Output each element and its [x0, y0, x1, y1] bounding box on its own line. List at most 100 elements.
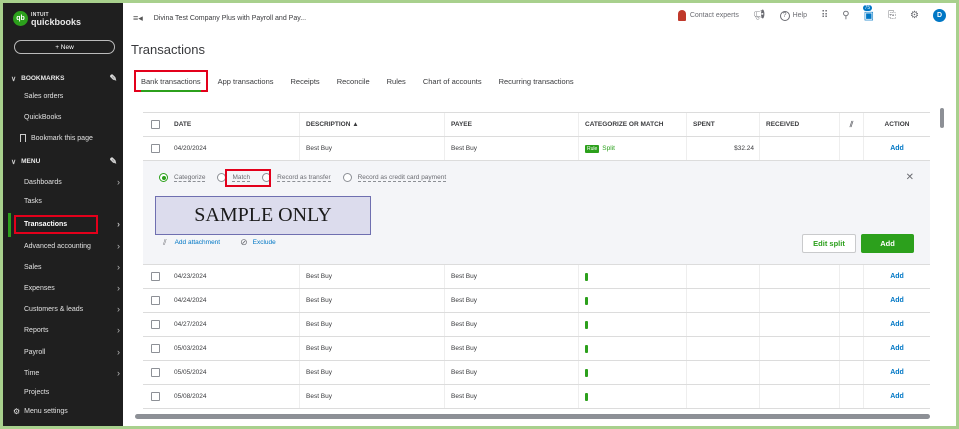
horizontal-scrollbar[interactable]: [135, 414, 930, 419]
sidebar-item-payroll[interactable]: Payroll ›: [24, 347, 120, 357]
header-date[interactable]: DATE: [168, 113, 299, 136]
top-bar: ≡◂ Divina Test Company Plus with Payroll…: [123, 3, 956, 33]
pencil-icon[interactable]: ✎: [109, 156, 117, 167]
row-add-link[interactable]: Add: [890, 345, 904, 352]
table-row[interactable]: 05/03/2024 Best Buy Best Buy Add: [143, 337, 930, 361]
row-add-link[interactable]: Add: [890, 297, 904, 304]
header-spent[interactable]: SPENT: [686, 113, 759, 136]
user-avatar[interactable]: D: [933, 9, 946, 22]
sidebar-item-dashboards[interactable]: Dashboards ›: [24, 177, 120, 187]
sidebar-item-sales-orders[interactable]: Sales orders: [24, 93, 120, 100]
tab-reconcile[interactable]: Reconcile: [337, 70, 370, 94]
row-add-link[interactable]: Add: [890, 145, 904, 152]
tab-recurring-transactions[interactable]: Recurring transactions: [499, 70, 574, 94]
sidebar-item-time[interactable]: Time ›: [24, 368, 120, 378]
row-checkbox[interactable]: [151, 296, 160, 305]
close-icon[interactable]: ✕: [906, 172, 914, 183]
pencil-icon[interactable]: ✎: [109, 73, 117, 84]
logo-bottom-text: quickbooks: [31, 16, 82, 27]
tab-receipts[interactable]: Receipts: [291, 70, 320, 94]
row-add-link[interactable]: Add: [890, 321, 904, 328]
sidebar-item-tasks[interactable]: Tasks: [24, 198, 120, 205]
radio-record-cc-payment[interactable]: Record as credit card payment: [342, 173, 447, 182]
table-row[interactable]: 05/05/2024 Best Buy Best Buy Add: [143, 361, 930, 385]
sidebar-item-projects[interactable]: Projects: [24, 389, 120, 396]
sidebar-item-expenses[interactable]: Expenses ›: [24, 283, 120, 293]
row-checkbox[interactable]: [151, 392, 160, 401]
radio-button[interactable]: [159, 173, 168, 182]
megaphone-icon[interactable]: 📢︎: [753, 10, 766, 21]
edit-split-button[interactable]: Edit split: [802, 234, 856, 253]
header-received[interactable]: RECEIVED: [759, 113, 839, 136]
category-indicator[interactable]: [585, 320, 588, 329]
radio-button[interactable]: [342, 173, 352, 182]
chevron-right-icon: ›: [117, 219, 120, 229]
new-button[interactable]: + New: [14, 40, 115, 54]
header-payee[interactable]: PAYEE: [444, 113, 578, 136]
contact-experts-button[interactable]: Contact experts: [677, 10, 739, 21]
paperclip-icon: ⫽: [849, 119, 854, 129]
radio-categorize[interactable]: Categorize: [159, 173, 206, 182]
row-checkbox[interactable]: [151, 344, 160, 353]
row-checkbox[interactable]: [151, 320, 160, 329]
tab-chart-of-accounts[interactable]: Chart of accounts: [423, 70, 482, 94]
collapse-menu-icon[interactable]: ≡◂: [133, 13, 143, 24]
notifications-icon[interactable]: ▣ 75: [862, 5, 874, 22]
table-row[interactable]: 04/27/2024 Best Buy Best Buy Add: [143, 313, 930, 337]
bookmarks-section[interactable]: ∨ BOOKMARKS ✎: [11, 73, 117, 84]
tab-app-transactions[interactable]: App transactions: [218, 70, 274, 94]
sidebar-item-sales[interactable]: Sales ›: [24, 262, 120, 272]
table-row[interactable]: 04/20/2024 Best Buy Best Buy Rule Split …: [143, 137, 930, 161]
row-checkbox[interactable]: [151, 368, 160, 377]
apps-grid-icon[interactable]: ⠿: [821, 10, 828, 21]
company-name[interactable]: Divina Test Company Plus with Payroll an…: [154, 15, 306, 22]
add-button[interactable]: Add: [861, 234, 914, 253]
row-spent: [686, 337, 759, 360]
settings-gear-icon[interactable]: ⚙: [910, 10, 919, 21]
row-category[interactable]: Split: [602, 145, 615, 152]
radio-record-as-transfer[interactable]: Record as transfer: [262, 173, 331, 182]
bookmark-this-page[interactable]: Bookmark this page: [20, 134, 116, 142]
row-date: 04/24/2024: [174, 297, 207, 304]
row-payee: Best Buy: [444, 289, 578, 312]
category-indicator[interactable]: [585, 272, 588, 281]
row-add-link[interactable]: Add: [890, 369, 904, 376]
row-checkbox[interactable]: [151, 144, 160, 153]
active-indicator: [8, 213, 11, 237]
menu-section[interactable]: ∨ MENU ✎: [11, 156, 117, 167]
search-icon[interactable]: ⚲: [842, 10, 849, 21]
expanded-transaction-panel: Categorize Match Record as transfer Reco…: [143, 161, 930, 265]
category-indicator[interactable]: [585, 368, 588, 377]
table-body: 04/23/2024 Best Buy Best Buy Add 04/24/2024 B…: [143, 265, 930, 409]
row-add-link[interactable]: Add: [890, 393, 904, 400]
header-category[interactable]: CATEGORIZE OR MATCH: [578, 113, 686, 136]
clipboard-icon[interactable]: ⎘: [888, 10, 896, 21]
exclude-link[interactable]: Exclude: [253, 239, 276, 246]
category-indicator[interactable]: [585, 296, 588, 305]
row-add-link[interactable]: Add: [890, 273, 904, 280]
exclude-icon: ⊘: [240, 237, 248, 247]
row-date: 04/20/2024: [174, 145, 207, 152]
table-row[interactable]: 05/08/2024 Best Buy Best Buy Add: [143, 385, 930, 409]
table-row[interactable]: 04/23/2024 Best Buy Best Buy Add: [143, 265, 930, 289]
sidebar-item-quickbooks[interactable]: QuickBooks: [24, 114, 120, 121]
select-all-checkbox[interactable]: [151, 120, 160, 129]
category-indicator[interactable]: [585, 392, 588, 401]
table-row[interactable]: 04/24/2024 Best Buy Best Buy Add: [143, 289, 930, 313]
sidebar-item-reports[interactable]: Reports ›: [24, 325, 120, 335]
row-received: [759, 361, 839, 384]
header-description[interactable]: DESCRIPTION ▲: [299, 113, 444, 136]
add-attachment-link[interactable]: Add attachment: [175, 239, 221, 246]
sidebar-item-customers-leads[interactable]: Customers & leads ›: [24, 304, 120, 314]
menu-settings[interactable]: ⚙ Menu settings: [13, 407, 109, 416]
quickbooks-logo[interactable]: qb INTUIT quickbooks: [13, 11, 81, 26]
category-indicator[interactable]: [585, 344, 588, 353]
sidebar-item-advanced-accounting[interactable]: Advanced accounting ›: [24, 241, 120, 251]
row-checkbox[interactable]: [151, 272, 160, 281]
tab-bank-transactions[interactable]: Bank transactions: [134, 70, 208, 92]
tab-rules[interactable]: Rules: [387, 70, 406, 94]
row-spent: [686, 361, 759, 384]
help-button[interactable]: ? Help: [779, 10, 807, 21]
row-received: [759, 313, 839, 336]
vertical-scrollbar[interactable]: [940, 108, 944, 128]
